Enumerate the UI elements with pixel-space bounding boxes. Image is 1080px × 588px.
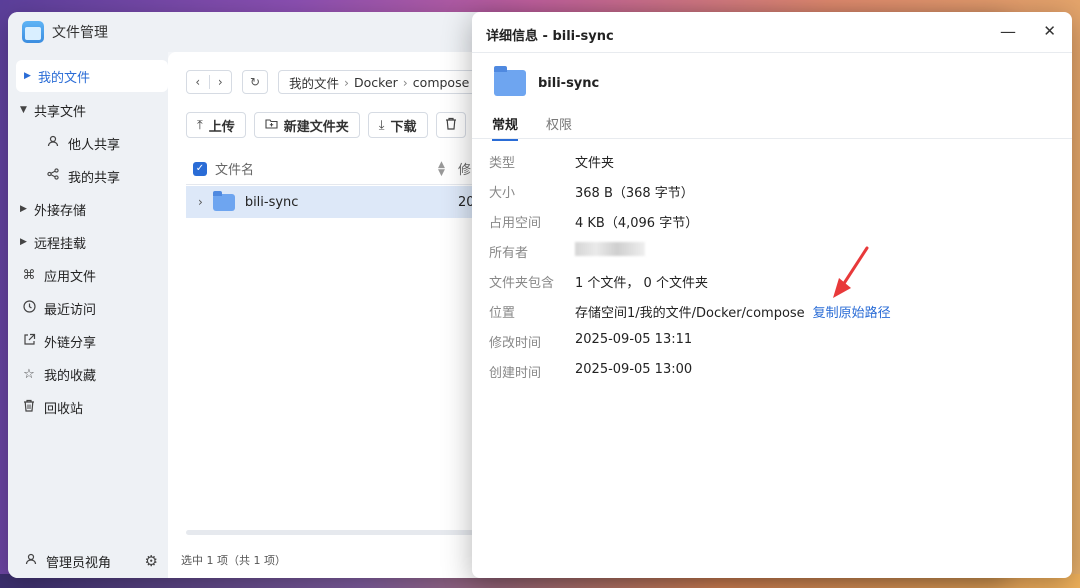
copy-original-path-link[interactable]: 复制原始路径 bbox=[813, 302, 891, 321]
breadcrumb-item[interactable]: 我的文件 bbox=[289, 73, 339, 92]
table-header: ✓ 文件名 ▲ ▼ 修 bbox=[186, 153, 486, 185]
file-name: bili-sync bbox=[244, 194, 299, 210]
prop-type: 类型 文件夹 bbox=[489, 156, 615, 171]
breadcrumb-item[interactable]: Docker bbox=[354, 75, 398, 90]
breadcrumb: 我的文件 › Docker › compose bbox=[278, 70, 478, 94]
sort-icon[interactable]: ▲ ▼ bbox=[438, 160, 445, 177]
column-header-name[interactable]: 文件名 bbox=[215, 159, 254, 178]
apps-icon: ⌘ bbox=[22, 267, 36, 283]
refresh-icon: ↻ bbox=[249, 75, 261, 89]
horizontal-scrollbar[interactable] bbox=[186, 530, 486, 535]
minimize-icon[interactable]: — bbox=[1000, 22, 1016, 41]
clock-icon bbox=[20, 299, 38, 317]
details-dialog: 详细信息 - bili-sync — ✕ bili-sync 常规 权限 类型 … bbox=[472, 12, 1072, 578]
admin-view-toggle[interactable]: 管理员视角 ⚙ bbox=[8, 544, 168, 578]
sidebar-item-my-files[interactable]: ▶ 我的文件 bbox=[16, 60, 168, 92]
caret-right-icon: ▶ bbox=[20, 237, 27, 247]
close-icon[interactable]: ✕ bbox=[1043, 22, 1056, 40]
sidebar-item-trash[interactable]: 回收站 bbox=[8, 391, 168, 423]
sidebar-item-remote-mount[interactable]: ▶ 远程挂载 bbox=[8, 226, 168, 258]
sidebar: ▶ 我的文件 ▼ 共享文件 他人共享 我的共享 ▶ 外接存储 ▶ 远程挂载 ⌘ … bbox=[8, 52, 168, 578]
app-logo-icon bbox=[22, 21, 44, 43]
chevron-right-icon[interactable]: › bbox=[198, 195, 203, 209]
back-button[interactable]: ‹ bbox=[187, 75, 209, 89]
share-icon bbox=[44, 168, 62, 184]
gear-icon[interactable]: ⚙ bbox=[145, 552, 158, 570]
annotation-arrow-icon bbox=[833, 246, 869, 298]
prop-folder-contents: 文件夹包含 1 个文件， 0 个文件夹 bbox=[489, 276, 708, 291]
status-bar: 选中 1 项（共 1 项） bbox=[181, 554, 286, 567]
forward-button[interactable]: › bbox=[208, 75, 232, 89]
upload-icon: ⤒ bbox=[197, 117, 203, 133]
tab-permissions[interactable]: 权限 bbox=[546, 114, 572, 141]
prop-location: 位置 存储空间1/我的文件/Docker/compose 复制原始路径 bbox=[489, 302, 891, 321]
download-icon: ⤓ bbox=[378, 117, 385, 133]
folder-icon bbox=[494, 66, 526, 96]
delete-button[interactable] bbox=[435, 112, 466, 138]
caret-right-icon: ▶ bbox=[20, 204, 27, 214]
prop-disk-usage: 占用空间 4 KB（4,096 字节） bbox=[489, 216, 699, 231]
tab-bar: 常规 权限 bbox=[492, 114, 600, 141]
prop-size: 大小 368 B（368 字节） bbox=[489, 186, 694, 201]
sidebar-item-link-share[interactable]: 外链分享 bbox=[8, 325, 168, 357]
toolbar: ⤒ 上传 新建文件夹 ⤓ 下载 bbox=[186, 112, 466, 138]
sidebar-item-shared-files[interactable]: ▼ 共享文件 bbox=[8, 94, 168, 126]
download-button[interactable]: ⤓ 下载 bbox=[367, 112, 428, 138]
trash-icon bbox=[445, 117, 457, 134]
dialog-title: 详细信息 - bili-sync bbox=[486, 29, 614, 44]
blurred-owner-name bbox=[575, 242, 645, 256]
new-folder-button[interactable]: 新建文件夹 bbox=[253, 112, 360, 138]
sidebar-item-recent[interactable]: 最近访问 bbox=[8, 292, 168, 324]
refresh-button[interactable]: ↻ bbox=[242, 70, 268, 94]
divider bbox=[472, 52, 1072, 53]
sidebar-item-app-files[interactable]: ⌘ 应用文件 bbox=[8, 259, 168, 291]
tab-general[interactable]: 常规 bbox=[492, 114, 519, 141]
folder-icon bbox=[212, 190, 235, 211]
select-all-checkbox[interactable]: ✓ bbox=[193, 161, 207, 176]
table-row[interactable]: › bili-sync 20 bbox=[186, 186, 486, 218]
chevron-right-icon: › bbox=[402, 74, 408, 90]
history-buttons: ‹ › bbox=[186, 70, 232, 94]
prop-owner: 所有者 bbox=[489, 242, 645, 261]
person-icon bbox=[44, 135, 62, 151]
star-icon: ☆ bbox=[23, 366, 35, 382]
external-link-icon bbox=[20, 333, 38, 350]
sidebar-item-favorites[interactable]: ☆ 我的收藏 bbox=[8, 358, 168, 390]
breadcrumb-item[interactable]: compose bbox=[413, 75, 469, 90]
sidebar-item-external-storage[interactable]: ▶ 外接存储 bbox=[8, 193, 168, 225]
app-title: 文件管理 bbox=[52, 25, 108, 41]
divider bbox=[472, 138, 1072, 139]
prop-modified: 修改时间 2025-09-05 13:11 bbox=[489, 332, 693, 351]
sidebar-item-my-shares[interactable]: 我的共享 bbox=[8, 160, 168, 192]
chevron-right-icon: › bbox=[344, 74, 350, 90]
person-icon bbox=[22, 553, 40, 569]
caret-right-icon: ▶ bbox=[24, 71, 31, 81]
sidebar-item-shared-with-me[interactable]: 他人共享 bbox=[8, 127, 168, 159]
column-header-modified[interactable]: 修 bbox=[458, 159, 471, 178]
prop-created: 创建时间 2025-09-05 13:00 bbox=[489, 362, 693, 381]
folder-plus-icon bbox=[265, 118, 278, 133]
trash-icon bbox=[20, 399, 38, 416]
navigation-bar: ‹ › ↻ 我的文件 › Docker › compose bbox=[186, 70, 478, 94]
item-name: bili-sync bbox=[538, 76, 600, 91]
upload-button[interactable]: ⤒ 上传 bbox=[186, 112, 246, 138]
caret-down-icon: ▼ bbox=[20, 105, 27, 115]
